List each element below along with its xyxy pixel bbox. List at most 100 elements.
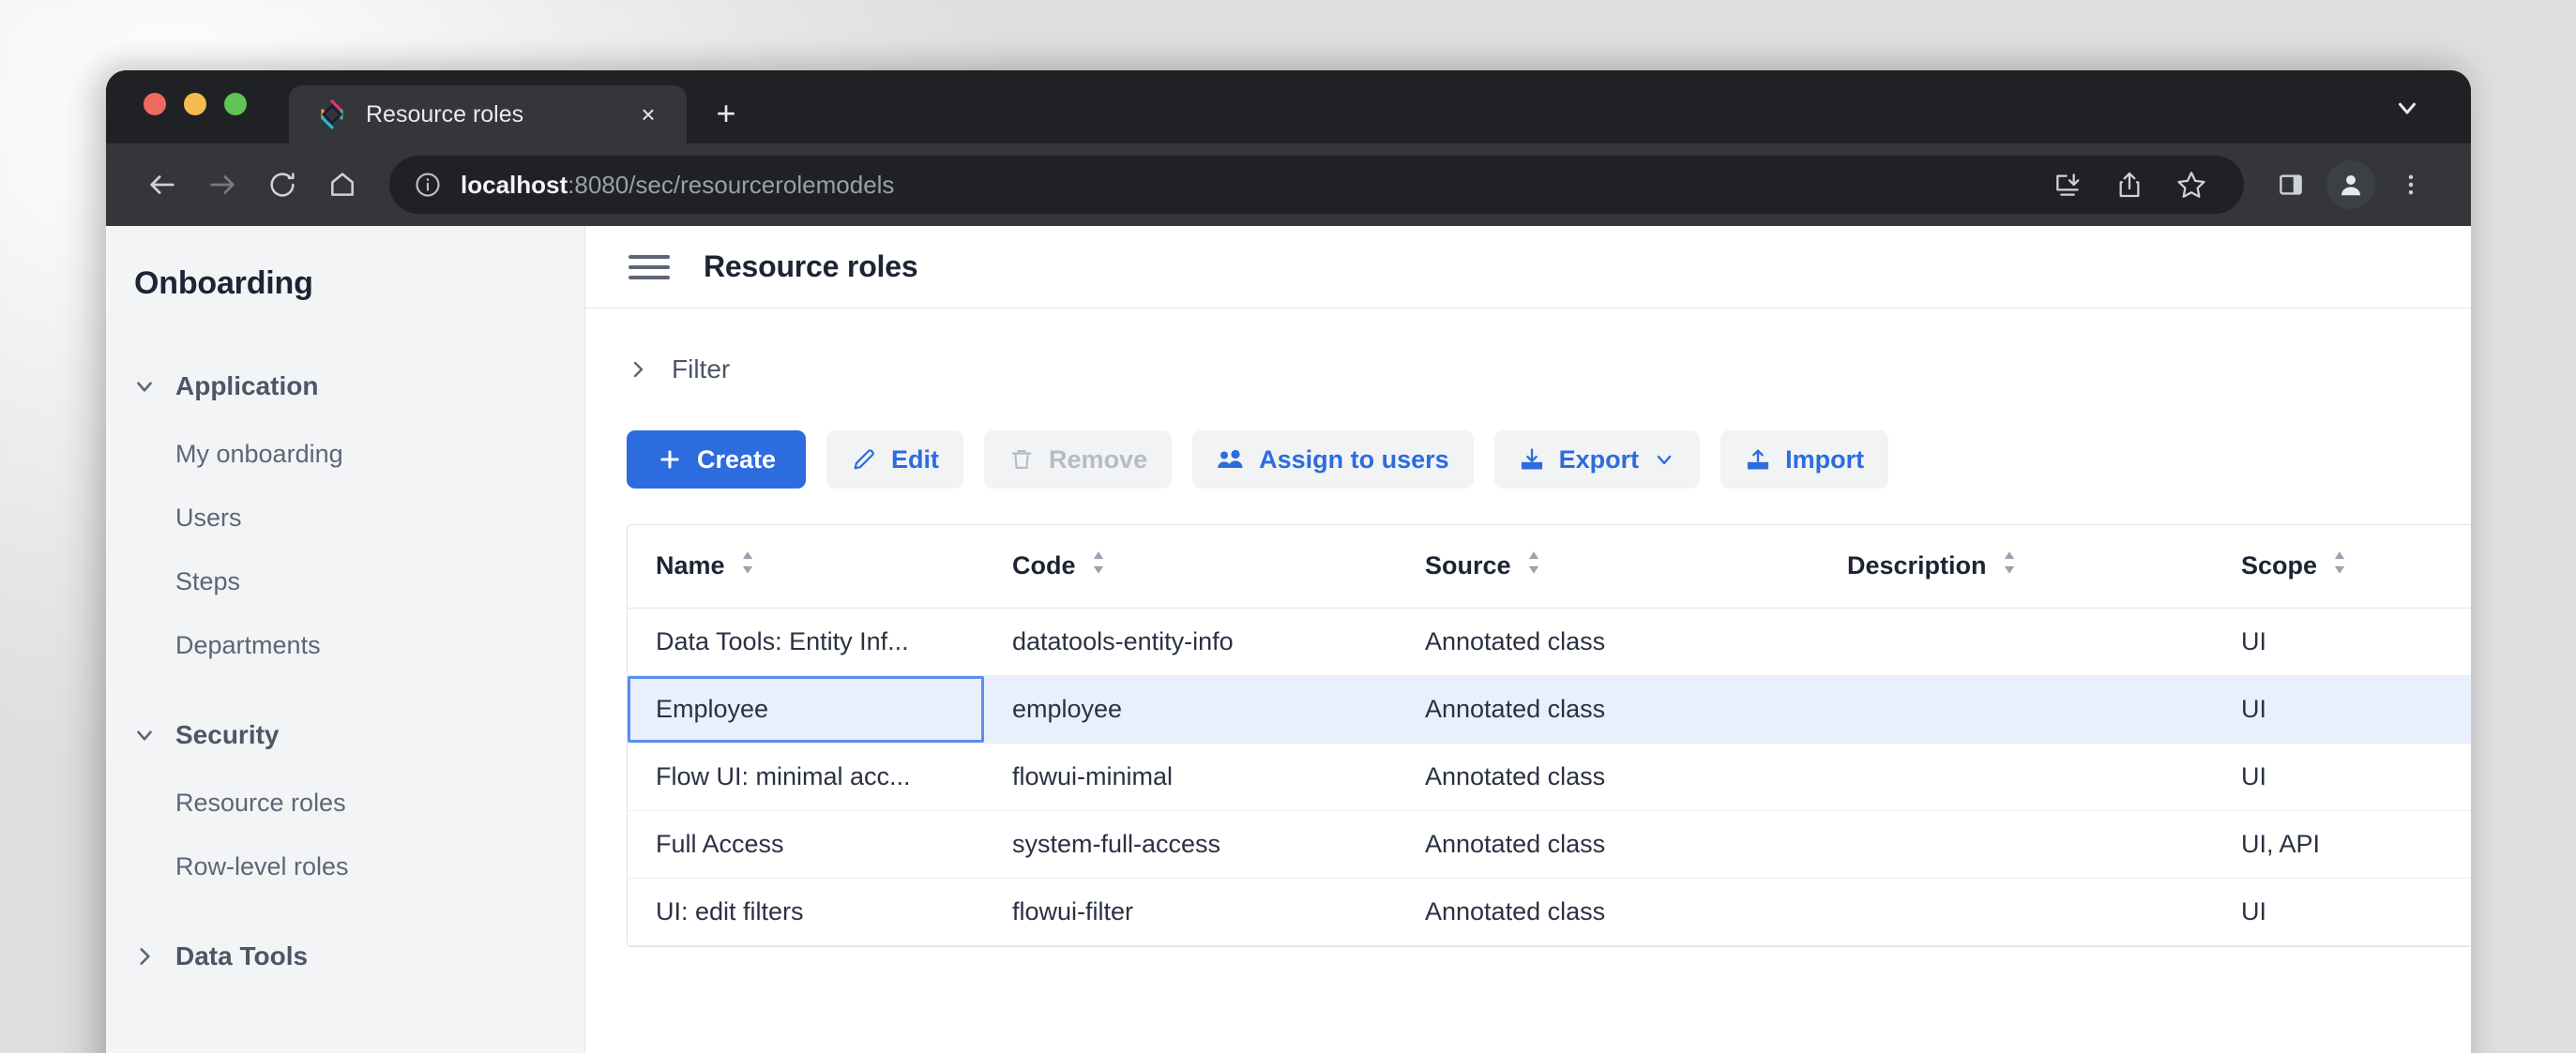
- cell-scope[interactable]: UI: [2213, 608, 2471, 675]
- cell-code[interactable]: flowui-filter: [984, 878, 1397, 945]
- chevron-right-icon: [627, 358, 651, 381]
- column-header-code[interactable]: Code: [984, 525, 1397, 608]
- chevron-down-icon: [1653, 448, 1675, 471]
- home-icon[interactable]: [312, 155, 372, 215]
- cell-source[interactable]: Annotated class: [1397, 608, 1819, 675]
- sidebar-item-my-onboarding[interactable]: My onboarding: [106, 422, 584, 486]
- view-header: Resource roles: [585, 226, 2471, 308]
- column-header-scope[interactable]: Scope: [2213, 525, 2471, 608]
- sidebar-item-row-level-roles[interactable]: Row-level roles: [106, 835, 584, 898]
- sidebar-group-label: Security: [175, 720, 280, 750]
- sidebar-group-data-tools[interactable]: Data Tools: [106, 930, 584, 983]
- bookmark-star-icon[interactable]: [2163, 157, 2220, 213]
- column-header-name[interactable]: Name: [628, 525, 984, 608]
- import-upload-icon: [1745, 446, 1771, 473]
- close-window-button[interactable]: [144, 93, 166, 115]
- column-header-source[interactable]: Source: [1397, 525, 1819, 608]
- table-head: Name Code Source Description Scope: [628, 525, 2471, 608]
- cell-code[interactable]: datatools-entity-info: [984, 608, 1397, 675]
- forward-arrow-icon[interactable]: [192, 155, 252, 215]
- cell-name[interactable]: UI: edit filters: [628, 878, 984, 945]
- sort-icon[interactable]: [2330, 550, 2349, 581]
- table-row[interactable]: Flow UI: minimal acc... flowui-minimal A…: [628, 743, 2471, 810]
- cell-scope[interactable]: UI: [2213, 675, 2471, 743]
- create-button[interactable]: Create: [627, 430, 806, 489]
- cell-scope[interactable]: UI, API: [2213, 810, 2471, 878]
- cell-description[interactable]: [1819, 878, 2213, 945]
- table-row[interactable]: Data Tools: Entity Inf... datatools-enti…: [628, 608, 2471, 675]
- sidebar: Onboarding Application My onboarding Use…: [106, 226, 585, 1053]
- sidebar-item-departments[interactable]: Departments: [106, 613, 584, 677]
- sort-icon[interactable]: [2000, 550, 2019, 581]
- cell-source[interactable]: Annotated class: [1397, 878, 1819, 945]
- hamburger-menu-icon[interactable]: [629, 255, 670, 279]
- table-row[interactable]: Employee employee Annotated class UI: [628, 675, 2471, 743]
- sidebar-item-steps[interactable]: Steps: [106, 549, 584, 613]
- remove-button[interactable]: Remove: [984, 430, 1172, 489]
- info-circle-icon[interactable]: [414, 171, 442, 199]
- cell-description[interactable]: [1819, 743, 2213, 810]
- filter-toggle[interactable]: Filter: [627, 346, 2471, 393]
- cell-name[interactable]: Data Tools: Entity Inf...: [628, 608, 984, 675]
- export-button[interactable]: Export: [1494, 430, 1701, 489]
- omnibox-action-icons: [2039, 157, 2220, 213]
- cell-description[interactable]: [1819, 810, 2213, 878]
- cell-code[interactable]: employee: [984, 675, 1397, 743]
- cell-name[interactable]: Employee: [628, 675, 984, 743]
- page-title: Resource roles: [704, 249, 917, 284]
- sidebar-group-security[interactable]: Security: [106, 709, 584, 761]
- profile-avatar-icon[interactable]: [2326, 160, 2375, 209]
- cell-source[interactable]: Annotated class: [1397, 810, 1819, 878]
- sidebar-item-resource-roles[interactable]: Resource roles: [106, 771, 584, 835]
- address-bar[interactable]: localhost:8080/sec/resourcerolemodels: [389, 156, 2244, 214]
- sort-icon[interactable]: [1524, 550, 1543, 581]
- cell-code[interactable]: system-full-access: [984, 810, 1397, 878]
- app-title: Onboarding: [106, 265, 584, 302]
- sidebar-group-application[interactable]: Application: [106, 360, 584, 413]
- table-row[interactable]: UI: edit filters flowui-filter Annotated…: [628, 878, 2471, 945]
- sidebar-item-users[interactable]: Users: [106, 486, 584, 549]
- chrome-menu-icon[interactable]: [2383, 157, 2439, 213]
- cell-source[interactable]: Annotated class: [1397, 743, 1819, 810]
- reload-icon[interactable]: [252, 155, 312, 215]
- assign-to-users-button-label: Assign to users: [1259, 445, 1449, 474]
- cell-name[interactable]: Full Access: [628, 810, 984, 878]
- cell-description[interactable]: [1819, 675, 2213, 743]
- new-tab-button[interactable]: +: [700, 87, 752, 140]
- action-toolbar: Create Edit Remove: [627, 430, 2471, 489]
- cell-name[interactable]: Flow UI: minimal acc...: [628, 743, 984, 810]
- assign-to-users-button[interactable]: Assign to users: [1192, 430, 1474, 489]
- sidebar-group-label: Application: [175, 371, 318, 401]
- minimize-window-button[interactable]: [184, 93, 206, 115]
- cell-code[interactable]: flowui-minimal: [984, 743, 1397, 810]
- browser-tab[interactable]: Resource roles ×: [289, 85, 687, 143]
- chevron-down-icon[interactable]: [2387, 87, 2428, 128]
- edit-button[interactable]: Edit: [826, 430, 963, 489]
- main-content: Resource roles Filter Create: [585, 226, 2471, 1053]
- cell-description[interactable]: [1819, 608, 2213, 675]
- import-button-label: Import: [1785, 445, 1864, 474]
- cell-scope[interactable]: UI: [2213, 878, 2471, 945]
- cell-source[interactable]: Annotated class: [1397, 675, 1819, 743]
- column-header-label: Description: [1847, 551, 1987, 580]
- browser-window: Resource roles × + localhost:8080/sec/re…: [106, 70, 2471, 1053]
- column-header-label: Name: [656, 551, 725, 580]
- back-arrow-icon[interactable]: [132, 155, 192, 215]
- column-header-description[interactable]: Description: [1819, 525, 2213, 608]
- sidebar-group-label: Data Tools: [175, 941, 308, 971]
- chevron-right-icon: [132, 944, 160, 969]
- maximize-window-button[interactable]: [224, 93, 247, 115]
- install-icon[interactable]: [2039, 157, 2096, 213]
- browser-tab-strip: Resource roles × +: [106, 70, 2471, 143]
- table-body: Data Tools: Entity Inf... datatools-enti…: [628, 608, 2471, 945]
- sort-icon[interactable]: [1089, 550, 1108, 581]
- trash-icon: [1008, 446, 1035, 473]
- share-icon[interactable]: [2101, 157, 2158, 213]
- cell-scope[interactable]: UI: [2213, 743, 2471, 810]
- side-panel-icon[interactable]: [2263, 157, 2319, 213]
- export-button-label: Export: [1559, 445, 1640, 474]
- import-button[interactable]: Import: [1720, 430, 1888, 489]
- sort-icon[interactable]: [738, 550, 757, 581]
- table-row[interactable]: Full Access system-full-access Annotated…: [628, 810, 2471, 878]
- close-tab-icon[interactable]: ×: [630, 97, 666, 132]
